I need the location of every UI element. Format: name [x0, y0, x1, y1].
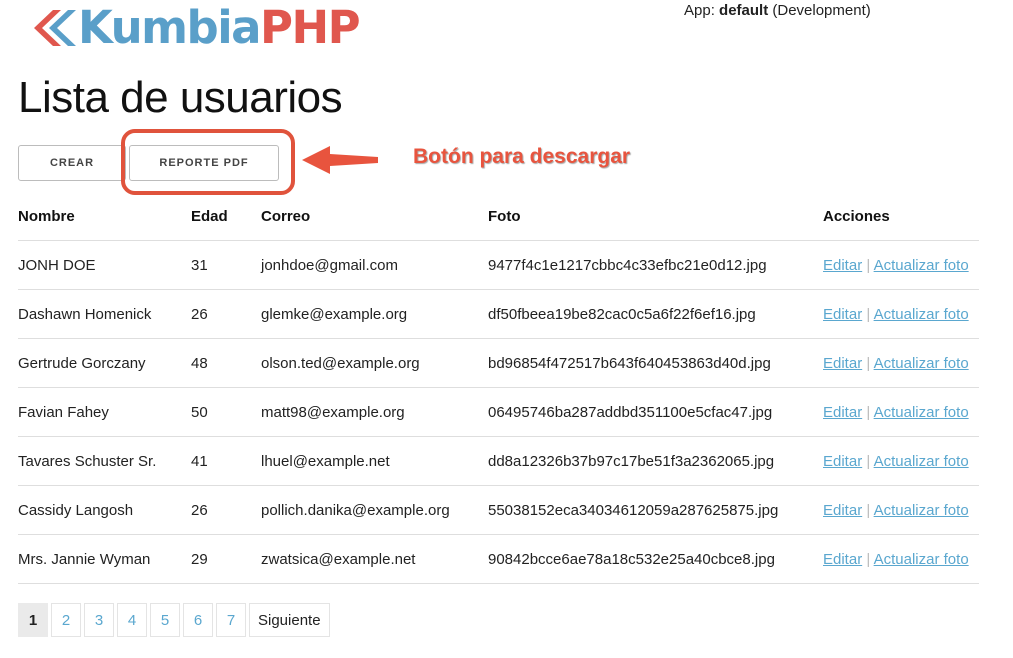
- next-page-link[interactable]: Siguiente: [249, 603, 330, 637]
- annotation-arrow-icon: [302, 146, 378, 174]
- cell-correo: lhuel@example.net: [261, 436, 488, 486]
- update-photo-link[interactable]: Actualizar foto: [874, 551, 969, 568]
- logo-text: KumbiaPHP: [78, 1, 361, 54]
- page-link-4[interactable]: 4: [117, 603, 147, 637]
- edit-link[interactable]: Editar: [823, 502, 862, 519]
- edit-link[interactable]: Editar: [823, 404, 862, 421]
- pagination: 1 2 3 4 5 6 7 Siguiente: [18, 603, 330, 637]
- action-separator: |: [866, 452, 871, 470]
- cell-nombre: Tavares Schuster Sr.: [18, 436, 191, 486]
- column-header-foto: Foto: [488, 192, 823, 241]
- cell-foto: 06495746ba287addbd351100e5cfac47.jpg: [488, 387, 823, 437]
- app-name: default: [719, 2, 769, 19]
- cell-nombre: Dashawn Homenick: [18, 289, 191, 339]
- update-photo-link[interactable]: Actualizar foto: [874, 355, 969, 372]
- table-row: Gertrude Gorczany 48 olson.ted@example.org…: [18, 338, 979, 388]
- action-separator: |: [866, 550, 871, 568]
- cell-foto: 9477f4c1e1217cbbc4c33efbc21e0d12.jpg: [488, 240, 823, 290]
- cell-acciones: Editar | Actualizar foto: [823, 240, 979, 290]
- update-photo-link[interactable]: Actualizar foto: [874, 257, 969, 274]
- cell-edad: 48: [191, 338, 261, 388]
- table-header-row: Nombre Edad Correo Foto Acciones: [18, 192, 979, 241]
- action-separator: |: [866, 403, 871, 421]
- column-header-nombre: Nombre: [18, 192, 191, 241]
- edit-link[interactable]: Editar: [823, 306, 862, 323]
- kumbiaphp-logo: KumbiaPHP: [28, 1, 361, 54]
- cell-acciones: Editar | Actualizar foto: [823, 387, 979, 437]
- logo-text-kumbia: Kumbia: [78, 1, 262, 54]
- cell-nombre: Gertrude Gorczany: [18, 338, 191, 388]
- column-header-edad: Edad: [191, 192, 261, 241]
- annotation-highlight-box: [121, 129, 295, 195]
- cell-edad: 26: [191, 485, 261, 535]
- edit-link[interactable]: Editar: [823, 355, 862, 372]
- cell-correo: jonhdoe@gmail.com: [261, 240, 488, 290]
- cell-nombre: JONH DOE: [18, 240, 191, 290]
- cell-correo: olson.ted@example.org: [261, 338, 488, 388]
- cell-foto: df50fbeea19be82cac0c5a6f22f6ef16.jpg: [488, 289, 823, 339]
- action-separator: |: [866, 354, 871, 372]
- cell-correo: glemke@example.org: [261, 289, 488, 339]
- page-link-6[interactable]: 6: [183, 603, 213, 637]
- cell-acciones: Editar | Actualizar foto: [823, 338, 979, 388]
- cell-foto: 90842bcce6ae78a18c532e25a40cbce8.jpg: [488, 534, 823, 584]
- table-row: JONH DOE 31 jonhdoe@gmail.com 9477f4c1e1217…: [18, 240, 979, 290]
- column-header-acciones: Acciones: [823, 192, 979, 241]
- edit-link[interactable]: Editar: [823, 257, 862, 274]
- cell-correo: pollich.danika@example.org: [261, 485, 488, 535]
- action-separator: |: [866, 501, 871, 519]
- annotation-text: Botón para descargar: [413, 145, 631, 168]
- action-separator: |: [866, 305, 871, 323]
- page-link-7[interactable]: 7: [216, 603, 246, 637]
- page-link-3[interactable]: 3: [84, 603, 114, 637]
- cell-foto: bd96854f472517b643f640453863d40d.jpg: [488, 338, 823, 388]
- users-table: Nombre Edad Correo Foto Acciones JONH DO…: [18, 192, 979, 584]
- page-link-1[interactable]: 1: [18, 603, 48, 637]
- column-header-correo: Correo: [261, 192, 488, 241]
- page-link-2[interactable]: 2: [51, 603, 81, 637]
- table-row: Tavares Schuster Sr. 41 lhuel@example.net d…: [18, 436, 979, 486]
- table-body: JONH DOE 31 jonhdoe@gmail.com 9477f4c1e1217…: [18, 240, 979, 584]
- action-separator: |: [866, 256, 871, 274]
- cell-nombre: Cassidy Langosh: [18, 485, 191, 535]
- update-photo-link[interactable]: Actualizar foto: [874, 453, 969, 470]
- cell-edad: 29: [191, 534, 261, 584]
- double-chevron-logo-icon: [34, 10, 76, 46]
- cell-foto: dd8a12326b37b97c17be51f3a2362065.jpg: [488, 436, 823, 486]
- app-environment: (Development): [772, 2, 871, 19]
- cell-edad: 31: [191, 240, 261, 290]
- cell-edad: 50: [191, 387, 261, 437]
- page-title: Lista de usuarios: [18, 73, 343, 122]
- create-button[interactable]: CREAR: [18, 145, 126, 181]
- app-info: App: default (Development): [684, 2, 871, 19]
- table-row: Favian Fahey 50 matt98@example.org 06495746…: [18, 387, 979, 437]
- update-photo-link[interactable]: Actualizar foto: [874, 502, 969, 519]
- page-link-5[interactable]: 5: [150, 603, 180, 637]
- update-photo-link[interactable]: Actualizar foto: [874, 306, 969, 323]
- edit-link[interactable]: Editar: [823, 453, 862, 470]
- cell-foto: 55038152eca34034612059a287625875.jpg: [488, 485, 823, 535]
- cell-correo: matt98@example.org: [261, 387, 488, 437]
- app-label: App:: [684, 2, 715, 19]
- table-row: Mrs. Jannie Wyman 29 zwatsica@example.net 9…: [18, 534, 979, 584]
- cell-edad: 26: [191, 289, 261, 339]
- cell-nombre: Mrs. Jannie Wyman: [18, 534, 191, 584]
- cell-correo: zwatsica@example.net: [261, 534, 488, 584]
- edit-link[interactable]: Editar: [823, 551, 862, 568]
- update-photo-link[interactable]: Actualizar foto: [874, 404, 969, 421]
- logo-text-php: PHP: [260, 1, 361, 54]
- cell-nombre: Favian Fahey: [18, 387, 191, 437]
- table-row: Dashawn Homenick 26 glemke@example.org df50…: [18, 289, 979, 339]
- cell-acciones: Editar | Actualizar foto: [823, 534, 979, 584]
- cell-acciones: Editar | Actualizar foto: [823, 289, 979, 339]
- table-row: Cassidy Langosh 26 pollich.danika@example.…: [18, 485, 979, 535]
- cell-acciones: Editar | Actualizar foto: [823, 485, 979, 535]
- cell-acciones: Editar | Actualizar foto: [823, 436, 979, 486]
- cell-edad: 41: [191, 436, 261, 486]
